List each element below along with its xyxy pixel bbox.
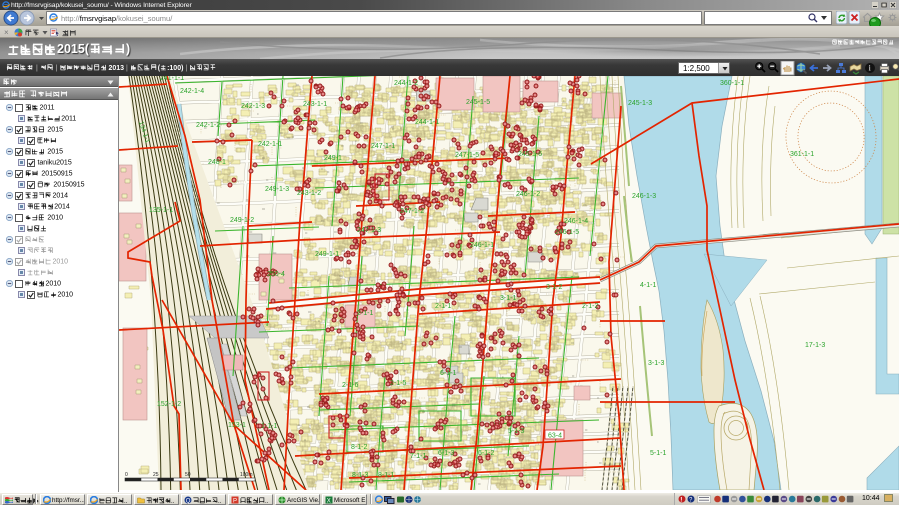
- svg-text:!: !: [680, 497, 682, 504]
- svg-text:242-1-2: 242-1-2: [196, 122, 220, 129]
- svg-text:8-1-2: 8-1-2: [351, 444, 367, 451]
- svg-text:247-1-1: 247-1-1: [371, 143, 395, 150]
- svg-text:0: 0: [125, 472, 128, 478]
- svg-text:246-1-2: 246-1-2: [516, 191, 540, 198]
- svg-text:2-1-1: 2-1-1: [357, 310, 373, 317]
- svg-text:152-1-2: 152-1-2: [157, 401, 181, 408]
- svg-text:246-1-5: 246-1-5: [555, 229, 579, 236]
- svg-text:6-1-2: 6-1-2: [478, 450, 494, 457]
- svg-text:2-1-5: 2-1-5: [390, 380, 406, 387]
- svg-text:242-1-1: 242-1-1: [258, 141, 282, 148]
- svg-text:5-1-1: 5-1-1: [650, 450, 666, 457]
- svg-text:P: P: [233, 499, 237, 505]
- svg-text:245-1-5: 245-1-5: [466, 99, 490, 106]
- svg-text:244-1-1: 244-1-1: [415, 119, 439, 126]
- svg-text:246-1-1: 246-1-1: [470, 242, 494, 249]
- svg-text:249-1: 249-1: [324, 155, 342, 162]
- svg-text:361-1-1: 361-1-1: [790, 151, 814, 158]
- svg-text:250-4: 250-4: [267, 271, 285, 278]
- svg-text:17-1-3: 17-1-3: [805, 342, 825, 349]
- svg-text:4-1-1: 4-1-1: [640, 282, 656, 289]
- svg-text:242-1-4: 242-1-4: [180, 88, 204, 95]
- svg-text:6-1-3: 6-1-3: [438, 450, 454, 457]
- svg-text:247-1-3: 247-1-3: [357, 227, 381, 234]
- svg-text:50: 50: [185, 472, 191, 478]
- svg-text:3-1-2: 3-1-2: [546, 284, 562, 291]
- svg-text:242-1-3: 242-1-3: [241, 103, 265, 110]
- svg-text:135-1-1: 135-1-1: [149, 207, 173, 214]
- svg-text:100m: 100m: [240, 472, 253, 478]
- svg-text:249-1-1: 249-1-1: [315, 251, 339, 258]
- svg-text:2-1-6: 2-1-6: [342, 382, 358, 389]
- svg-text:5-1-3: 5-1-3: [508, 428, 524, 435]
- svg-text:X: X: [326, 499, 330, 505]
- svg-text:8-1-1: 8-1-1: [378, 472, 394, 479]
- svg-text:245-1-6: 245-1-6: [518, 151, 542, 158]
- svg-text:244-1-2: 244-1-2: [394, 80, 418, 87]
- svg-text:249-1-3: 249-1-3: [265, 186, 289, 193]
- svg-text:249-1-2: 249-1-2: [230, 217, 254, 224]
- svg-text:243-1-1: 243-1-1: [303, 101, 327, 108]
- svg-text:245-1-3: 245-1-3: [628, 100, 652, 107]
- svg-text:Q: Q: [185, 499, 190, 505]
- svg-text:1-1-1: 1-1-1: [261, 423, 277, 430]
- svg-text:6-1-1: 6-1-1: [440, 370, 456, 377]
- svg-text:153-1: 153-1: [228, 422, 246, 429]
- svg-text:7-1-1: 7-1-1: [410, 453, 426, 460]
- svg-text:63-4: 63-4: [548, 433, 562, 440]
- svg-text:246-1-4: 246-1-4: [564, 218, 588, 225]
- svg-text:247-1-5: 247-1-5: [455, 152, 479, 159]
- svg-text:2-1-2: 2-1-2: [582, 303, 598, 310]
- svg-text:8-1-3: 8-1-3: [352, 472, 368, 479]
- svg-text:360-1-1: 360-1-1: [720, 80, 744, 87]
- svg-text:246-1-3: 246-1-3: [632, 193, 656, 200]
- svg-text:247-1-2: 247-1-2: [400, 208, 424, 215]
- svg-text:248-1: 248-1: [208, 159, 226, 166]
- svg-text:243-1-2: 243-1-2: [297, 190, 321, 197]
- svg-text:2-1-1: 2-1-1: [435, 303, 451, 310]
- svg-text:3-1-3: 3-1-3: [648, 360, 664, 367]
- svg-text:25: 25: [153, 472, 159, 478]
- svg-text:241-1-1: 241-1-1: [160, 76, 184, 82]
- svg-text:3-1-1: 3-1-1: [500, 295, 516, 302]
